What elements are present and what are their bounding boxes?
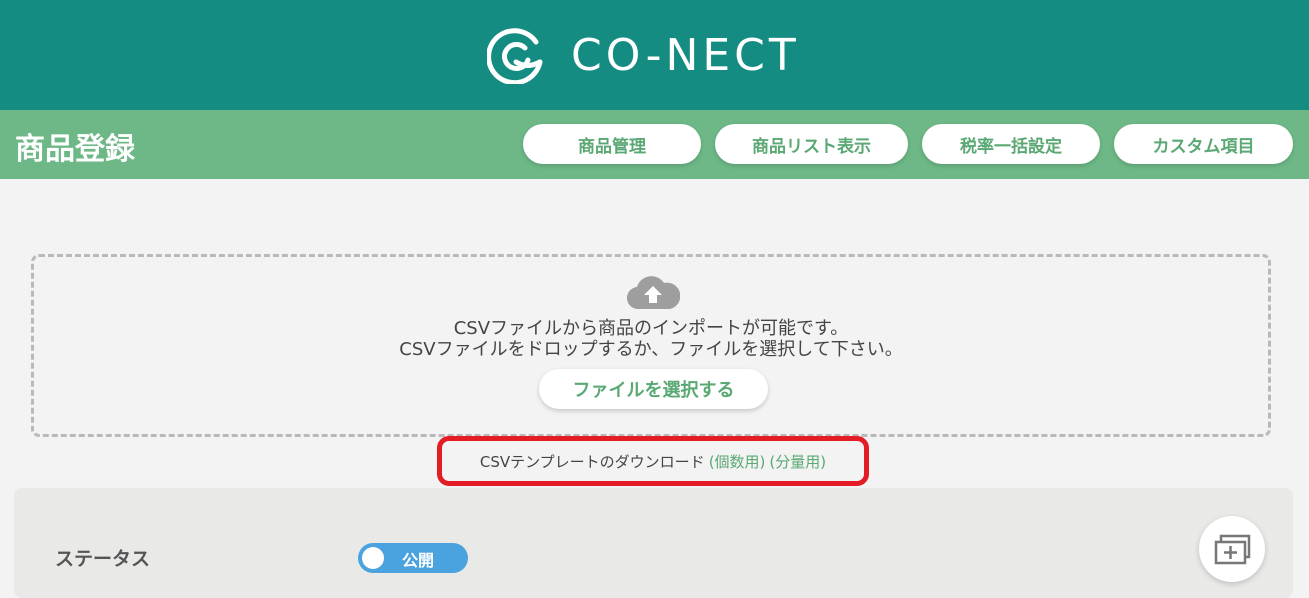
product-form-panel — [14, 488, 1293, 598]
nav-button-custom-fields[interactable]: カスタム項目 — [1114, 124, 1293, 164]
status-toggle-label: 公開 — [402, 551, 435, 570]
toggle-knob — [362, 547, 384, 569]
template-link-quantity[interactable]: (分量用) — [769, 451, 826, 472]
add-window-button[interactable] — [1199, 516, 1265, 582]
select-file-button[interactable]: ファイルを選択する — [539, 369, 768, 409]
nav-button-tax-rate-bulk[interactable]: 税率一括設定 — [922, 124, 1100, 164]
brand-logo[interactable]: CO-NECT — [487, 26, 800, 84]
add-window-icon — [1214, 534, 1251, 565]
cloud-upload-icon — [626, 276, 680, 310]
drop-instruction-line2: CSVファイルをドロップするか、ファイルを選択して下さい。 — [399, 339, 903, 360]
brand-name: CO-NECT — [571, 29, 800, 81]
conect-logo-icon — [487, 28, 543, 84]
status-toggle[interactable]: 公開 — [358, 543, 468, 573]
nav-button-product-management[interactable]: 商品管理 — [523, 124, 701, 164]
page-title: 商品登録 — [15, 132, 135, 167]
csv-template-download: CSVテンプレートのダウンロード (個数用) (分量用) — [437, 436, 869, 486]
status-label: ステータス — [55, 548, 151, 570]
template-download-label: CSVテンプレートのダウンロード — [479, 452, 705, 471]
template-link-individual[interactable]: (個数用) — [709, 451, 766, 472]
nav-button-product-list[interactable]: 商品リスト表示 — [715, 124, 908, 164]
